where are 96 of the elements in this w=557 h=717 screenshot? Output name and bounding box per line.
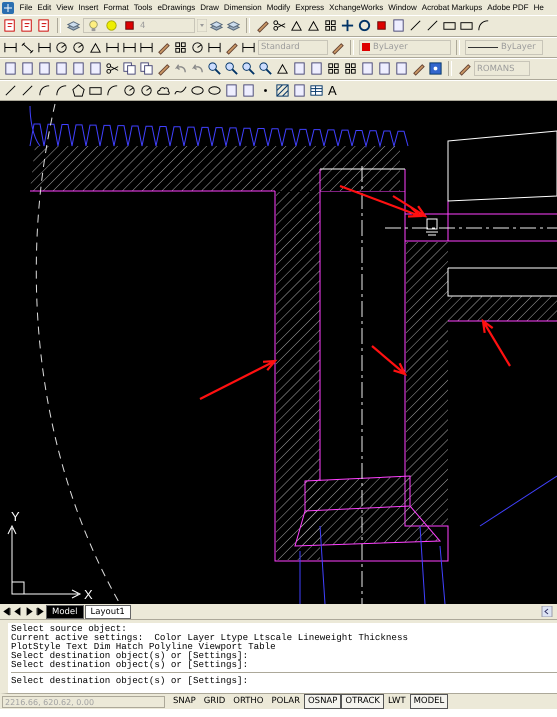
menu-item[interactable]: Adobe PDF xyxy=(484,3,532,12)
magnifier-icon[interactable] xyxy=(241,61,256,76)
command-history-line: Current active settings: Color Layer Ltype Ltscale Lineweight Thickness xyxy=(11,633,409,642)
app-logo-icon[interactable] xyxy=(2,2,14,14)
menu-item[interactable]: Draw xyxy=(198,3,222,12)
menu-item[interactable]: Tools xyxy=(131,3,155,12)
menu-item[interactable]: He xyxy=(531,3,546,12)
grid-icon[interactable] xyxy=(323,18,338,34)
menu-item[interactable]: Insert xyxy=(76,3,101,12)
axis-label: Y xyxy=(11,509,20,524)
menu-item[interactable]: Window xyxy=(386,3,420,12)
multiline-text-tool[interactable]: A xyxy=(326,82,339,98)
annotation-arrow xyxy=(370,344,408,376)
triangle-icon[interactable] xyxy=(306,18,321,34)
status-toggle[interactable]: OTRACK xyxy=(341,694,384,709)
menu-item[interactable]: Dimension xyxy=(221,3,264,12)
magnifier-icon[interactable] xyxy=(207,61,222,76)
copy-icon[interactable] xyxy=(139,61,154,76)
status-toggle[interactable]: MODEL xyxy=(410,694,448,709)
coordinates-readout: 2216.66, 620.62, 0.00 xyxy=(2,696,165,708)
scissors-icon[interactable] xyxy=(272,18,287,34)
cursor-pickbox-icon xyxy=(426,218,438,236)
command-history-line: PlotStyle Text Dim Hatch Polyline Viewport Table xyxy=(11,642,277,652)
circle-icon[interactable] xyxy=(190,40,205,55)
page-icon[interactable] xyxy=(37,61,52,76)
grid-icon[interactable] xyxy=(326,61,341,76)
color-swatch-icon xyxy=(362,43,370,52)
circle-icon[interactable] xyxy=(71,40,86,55)
menu-item[interactable]: Format xyxy=(100,3,132,12)
pencil-icon[interactable] xyxy=(255,18,270,34)
arc-icon[interactable] xyxy=(105,82,120,98)
page-icon[interactable] xyxy=(3,61,18,76)
ucs-axis-icon xyxy=(8,524,82,598)
layout-tab[interactable]: Layout1 xyxy=(84,604,131,618)
command-history-line: Select destination object(s) or [Settings]: xyxy=(11,660,250,670)
menu-item[interactable]: Edit xyxy=(34,3,54,12)
drawing-canvas[interactable]: Y X xyxy=(0,101,557,604)
magnifier-icon[interactable] xyxy=(224,61,239,76)
page-icon[interactable] xyxy=(377,61,392,76)
tab-scroll-arrow-icon[interactable] xyxy=(35,606,45,617)
table-icon[interactable] xyxy=(309,82,324,98)
grid-icon[interactable] xyxy=(343,61,358,76)
page-icon[interactable] xyxy=(360,61,375,76)
page-icon[interactable] xyxy=(394,61,409,76)
pencil-icon[interactable] xyxy=(457,61,472,76)
tab-scroll-arrow-icon[interactable] xyxy=(24,606,34,617)
command-history-line: Select destination object(s) or [Settings]: xyxy=(11,651,250,660)
menu-item[interactable]: File xyxy=(17,3,35,12)
status-toggle[interactable]: OSNAP xyxy=(304,694,342,709)
triangle-icon[interactable] xyxy=(289,18,304,34)
page-icon[interactable] xyxy=(20,61,35,76)
magnifier-icon[interactable] xyxy=(258,61,273,76)
page-icon[interactable] xyxy=(224,82,239,98)
hatch-icon[interactable] xyxy=(275,82,290,98)
grid-icon[interactable] xyxy=(173,40,188,55)
command-prompt[interactable]: Select destination object(s) or [Settings]: xyxy=(11,676,557,686)
page-icon[interactable] xyxy=(241,82,256,98)
axis-label: X xyxy=(84,587,93,602)
page-icon[interactable] xyxy=(309,61,324,76)
menu-item[interactable]: Acrobat Markups xyxy=(419,3,485,12)
page-icon[interactable] xyxy=(54,61,69,76)
annotation-arrow xyxy=(482,318,512,368)
circle-icon[interactable] xyxy=(122,82,137,98)
menu-item[interactable]: XchangeWorks xyxy=(326,3,386,12)
linetype-sample-icon xyxy=(468,46,498,49)
page-icon[interactable] xyxy=(71,61,86,76)
line-icon[interactable] xyxy=(3,82,18,98)
line-icon[interactable] xyxy=(425,18,440,34)
copy-icon[interactable] xyxy=(122,61,137,76)
menu-item[interactable]: eDrawings xyxy=(154,3,198,12)
page-icon[interactable] xyxy=(391,18,406,34)
tab-scroll-arrow-icon[interactable] xyxy=(13,606,23,617)
page-icon[interactable] xyxy=(292,82,307,98)
circle-icon[interactable] xyxy=(139,82,154,98)
page-icon[interactable] xyxy=(88,61,103,76)
layout-tab[interactable]: Model xyxy=(46,604,84,618)
line-icon[interactable] xyxy=(20,82,35,98)
menu-item[interactable]: View xyxy=(54,3,76,12)
arc-icon[interactable] xyxy=(54,82,69,98)
pencil-icon[interactable] xyxy=(411,61,426,76)
ring-icon[interactable] xyxy=(357,18,372,34)
arc-icon[interactable] xyxy=(37,82,52,98)
circle-icon[interactable] xyxy=(54,40,69,55)
tab-scroll-arrow-icon[interactable] xyxy=(2,606,12,617)
command-history-line: Select source object: xyxy=(11,624,127,634)
scroll-left-arrow-icon[interactable] xyxy=(541,606,553,617)
scissors-icon[interactable] xyxy=(105,61,120,76)
menu-item[interactable]: Modify xyxy=(264,3,293,12)
line-icon[interactable] xyxy=(408,18,423,34)
menu-item[interactable]: Express xyxy=(292,3,327,12)
page-icon[interactable] xyxy=(292,61,307,76)
triangle-icon[interactable] xyxy=(275,61,290,76)
aligned-dimension-icon[interactable] xyxy=(20,40,35,55)
cross-arrows-icon[interactable] xyxy=(340,18,355,34)
pencil-icon[interactable] xyxy=(156,61,171,76)
polygon-icon[interactable] xyxy=(71,82,86,98)
